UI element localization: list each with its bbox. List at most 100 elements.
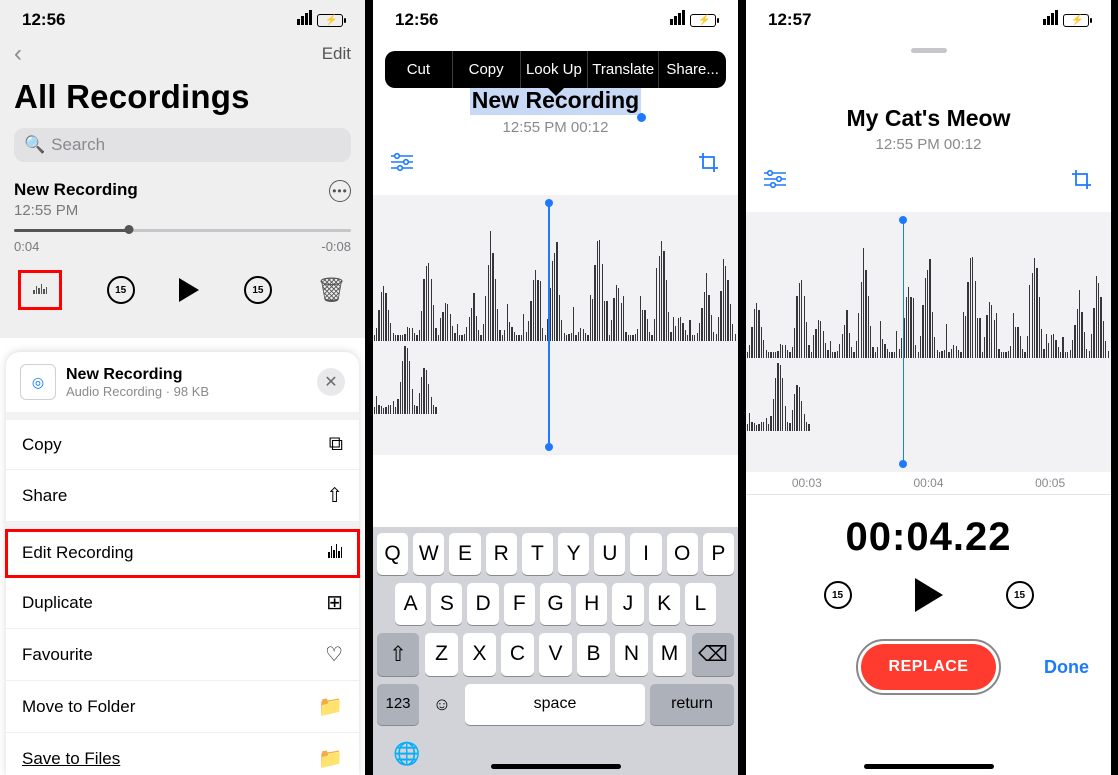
sheet-subtitle: Audio Recording · 98 KB	[66, 384, 209, 399]
key-m[interactable]: M	[653, 633, 686, 676]
playhead[interactable]	[903, 220, 905, 464]
settings-sliders-icon[interactable]	[391, 152, 413, 179]
key-l[interactable]: L	[685, 583, 716, 625]
recording-time: 12:55 PM	[14, 202, 138, 219]
key-y[interactable]: Y	[558, 533, 589, 575]
key-i[interactable]: I	[630, 533, 661, 575]
more-options-icon[interactable]: •••	[329, 180, 351, 202]
key-b[interactable]: B	[577, 633, 610, 676]
settings-sliders-icon[interactable]	[764, 169, 786, 196]
key-z[interactable]: Z	[425, 633, 458, 676]
waveform-display[interactable]	[373, 195, 738, 455]
done-button[interactable]: Done	[1044, 657, 1089, 678]
share-row[interactable]: Share ⇧	[6, 470, 359, 522]
key-j[interactable]: J	[612, 583, 643, 625]
status-icons: ⚡	[297, 10, 343, 30]
recording-subtitle: 12:55 PM 00:12	[760, 136, 1097, 153]
sheet-grabber[interactable]	[911, 48, 947, 53]
waveform-icon	[328, 543, 343, 563]
status-bar: 12:57 ⚡	[746, 0, 1111, 36]
key-o[interactable]: O	[667, 533, 698, 575]
move-to-folder-row[interactable]: Move to Folder 📁	[6, 681, 359, 733]
key-p[interactable]: P	[703, 533, 734, 575]
ctx-cut[interactable]: Cut	[385, 51, 453, 88]
key-e[interactable]: E	[449, 533, 480, 575]
status-icons: ⚡	[1043, 10, 1089, 30]
ruler-tick: 00:03	[792, 476, 822, 490]
scrubber[interactable]	[14, 219, 351, 241]
keyboard: QWERTYUIOP ASDFGHJKL ⇧ ZXCVBNM ⌫ 123 ☺ s…	[373, 527, 738, 775]
folder-icon: 📁	[318, 694, 343, 719]
key-t[interactable]: T	[522, 533, 553, 575]
ctx-lookup[interactable]: Look Up	[521, 51, 589, 88]
space-key[interactable]: space	[465, 684, 645, 725]
audio-file-icon: ◎	[20, 364, 56, 400]
duplicate-icon: ⊞	[326, 590, 343, 615]
key-c[interactable]: C	[501, 633, 534, 676]
trash-icon[interactable]: 🗑	[317, 276, 347, 305]
key-s[interactable]: S	[431, 583, 462, 625]
recording-subtitle: 12:55 PM 00:12	[387, 119, 724, 136]
current-time: 00:04.22	[746, 515, 1111, 560]
key-g[interactable]: G	[540, 583, 571, 625]
shift-key[interactable]: ⇧	[377, 633, 419, 676]
elapsed-time: 0:04	[14, 239, 39, 254]
screen-edit-recording: 12:57 ⚡ My Cat's Meow 12:55 PM 00:12 00:…	[746, 0, 1111, 775]
key-f[interactable]: F	[504, 583, 535, 625]
options-button-highlighted[interactable]	[18, 270, 62, 310]
edit-link[interactable]: Edit	[322, 44, 351, 64]
ruler-tick: 00:04	[913, 476, 943, 490]
back-chevron-icon[interactable]: ‹	[14, 40, 22, 68]
copy-row[interactable]: Copy ⧉	[6, 420, 359, 470]
replace-button[interactable]: REPLACE	[861, 644, 997, 690]
search-input[interactable]: 🔍 Search	[14, 128, 351, 162]
edit-recording-row[interactable]: Edit Recording	[6, 530, 359, 577]
waveform-icon	[33, 281, 48, 299]
skip-forward-15-icon[interactable]: 15	[244, 276, 272, 304]
close-icon[interactable]: ✕	[317, 368, 345, 396]
crop-icon[interactable]	[698, 152, 720, 179]
timeline-ruler: 00:03 00:04 00:05	[746, 472, 1111, 495]
crop-icon[interactable]	[1071, 169, 1093, 196]
key-u[interactable]: U	[594, 533, 625, 575]
play-icon[interactable]	[915, 578, 943, 612]
globe-icon[interactable]: 🌐	[393, 741, 420, 767]
backspace-key[interactable]: ⌫	[692, 633, 734, 676]
save-to-files-row[interactable]: Save to Files 📁	[6, 733, 359, 775]
screen-rename-recording: 12:56 ⚡ Cut Copy Look Up Translate Share…	[373, 0, 738, 775]
home-indicator[interactable]	[491, 764, 621, 769]
search-icon: 🔍	[24, 135, 45, 155]
waveform-display[interactable]	[746, 212, 1111, 472]
duplicate-row[interactable]: Duplicate ⊞	[6, 577, 359, 629]
skip-back-15-icon[interactable]: 15	[107, 276, 135, 304]
key-w[interactable]: W	[413, 533, 444, 575]
numbers-key[interactable]: 123	[377, 684, 419, 725]
ctx-share[interactable]: Share...	[659, 51, 726, 88]
share-sheet: ◎ New Recording Audio Recording · 98 KB …	[6, 352, 359, 775]
home-indicator[interactable]	[864, 764, 994, 769]
favourite-row[interactable]: Favourite ♡	[6, 629, 359, 681]
key-n[interactable]: N	[615, 633, 648, 676]
recording-name[interactable]: New Recording	[14, 180, 138, 200]
return-key[interactable]: return	[650, 684, 734, 725]
key-a[interactable]: A	[395, 583, 426, 625]
key-r[interactable]: R	[486, 533, 517, 575]
skip-forward-15-icon[interactable]: 15	[1006, 581, 1034, 609]
playhead[interactable]	[548, 203, 550, 447]
key-x[interactable]: X	[463, 633, 496, 676]
search-placeholder: Search	[51, 135, 105, 155]
ctx-translate[interactable]: Translate	[588, 51, 659, 88]
copy-icon: ⧉	[329, 433, 343, 456]
skip-back-15-icon[interactable]: 15	[824, 581, 852, 609]
status-bar: 12:56 ⚡	[0, 0, 365, 36]
key-k[interactable]: K	[649, 583, 680, 625]
key-d[interactable]: D	[467, 583, 498, 625]
remaining-time: -0:08	[321, 239, 351, 254]
key-q[interactable]: Q	[377, 533, 408, 575]
play-icon[interactable]	[179, 278, 199, 302]
ctx-copy[interactable]: Copy	[453, 51, 521, 88]
key-h[interactable]: H	[576, 583, 607, 625]
emoji-key[interactable]: ☺	[424, 684, 460, 725]
recording-title[interactable]: My Cat's Meow	[760, 105, 1097, 132]
key-v[interactable]: V	[539, 633, 572, 676]
